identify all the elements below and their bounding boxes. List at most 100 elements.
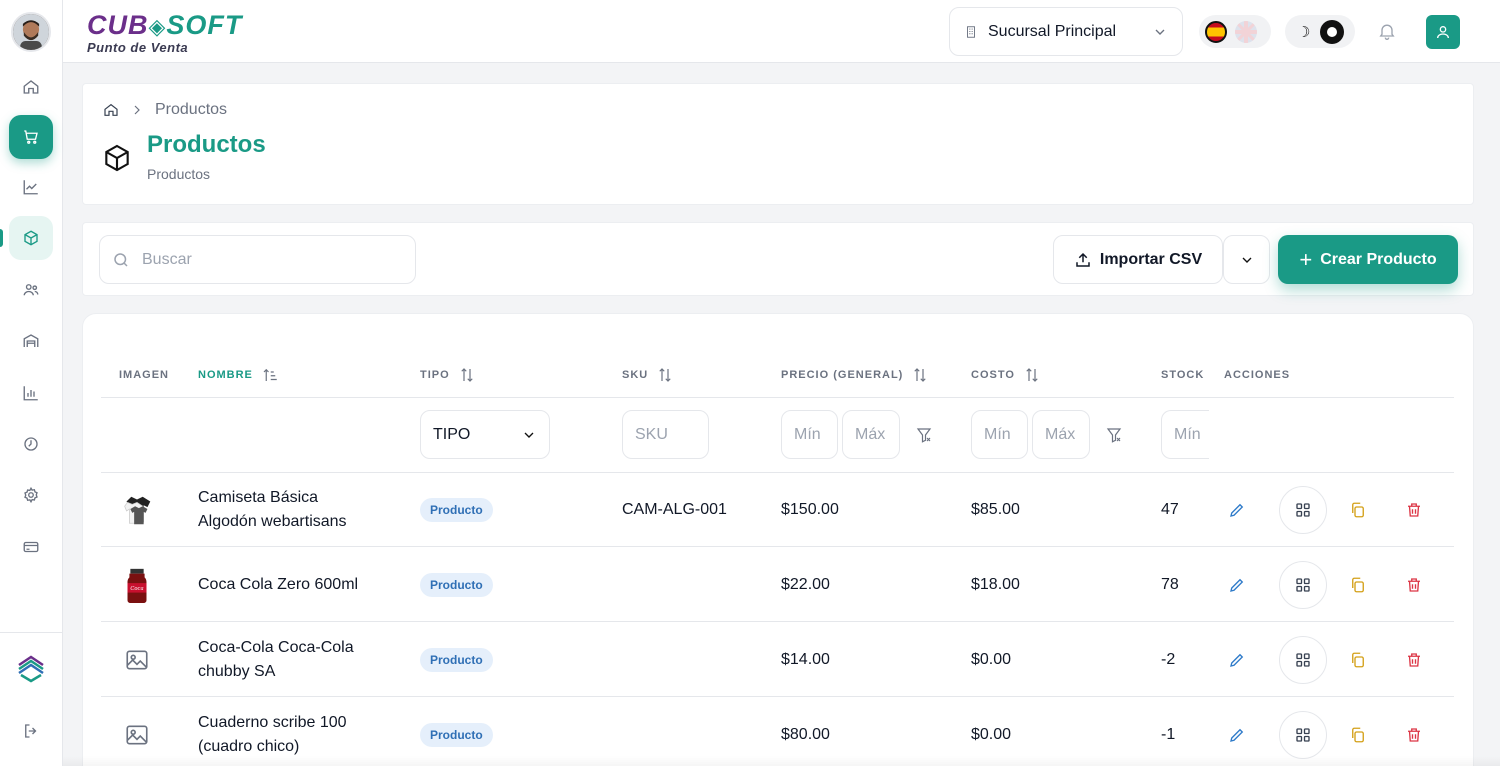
flag-uk-icon[interactable] (1235, 20, 1257, 43)
box-icon (24, 230, 38, 246)
flag-spain-icon[interactable] (1205, 20, 1227, 43)
cost-value: $18.00 (971, 576, 1020, 593)
sun-icon (1320, 19, 1345, 44)
cart-icon (24, 130, 38, 144)
duplicate-icon[interactable] (1349, 501, 1367, 519)
price-min-input[interactable]: Mín (781, 410, 838, 459)
column-header-name[interactable]: NOMBRE (198, 368, 279, 382)
sidebar-item-reports[interactable] (9, 165, 53, 209)
stock-value: -2 (1161, 651, 1176, 668)
image-placeholder-icon (117, 715, 157, 755)
upload-icon (1076, 252, 1090, 267)
sidebar (0, 0, 63, 766)
branch-label: Sucursal Principal (988, 22, 1117, 40)
home-icon[interactable] (103, 102, 119, 118)
price-value: $150.00 (781, 501, 839, 518)
page-title: Productos (147, 131, 266, 158)
edit-icon[interactable] (1228, 501, 1246, 519)
product-image-tshirt (117, 490, 157, 530)
breadcrumb: Productos (103, 101, 227, 119)
theme-toggle[interactable]: ☽ (1285, 15, 1355, 48)
chevron-down-icon (1155, 29, 1165, 35)
sku-value: CAM-ALG-001 (622, 501, 727, 518)
variants-button[interactable] (1279, 486, 1327, 534)
duplicate-icon[interactable] (1349, 576, 1367, 594)
edit-icon[interactable] (1228, 726, 1246, 744)
sidebar-item-settings[interactable] (9, 473, 53, 517)
edit-icon[interactable] (1228, 651, 1246, 669)
search-input[interactable] (142, 250, 392, 269)
language-toggle[interactable] (1199, 15, 1271, 48)
duplicate-icon[interactable] (1349, 651, 1367, 669)
gear-icon (24, 486, 38, 504)
sidebar-item-warehouse[interactable] (9, 319, 53, 363)
chevron-right-icon (134, 105, 140, 115)
user-avatar[interactable] (11, 12, 51, 52)
notifications-bell-icon[interactable] (1377, 21, 1397, 41)
product-name[interactable]: Cuaderno scribe 100 (cuadro chico) (198, 711, 347, 759)
plus-icon: + (1299, 246, 1313, 272)
clear-filter-icon[interactable] (1105, 426, 1123, 444)
trash-icon[interactable] (1405, 651, 1423, 669)
cost-value: $0.00 (971, 726, 1012, 743)
variants-button[interactable] (1279, 636, 1327, 684)
stock-value: -1 (1161, 726, 1176, 743)
brand-logo[interactable]: CUB◈SOFT Punto de Venta (87, 10, 242, 55)
variants-button[interactable] (1279, 561, 1327, 609)
trash-icon[interactable] (1405, 726, 1423, 744)
sidebar-item-logout[interactable] (9, 709, 53, 753)
edit-icon[interactable] (1228, 576, 1246, 594)
trash-icon[interactable] (1405, 501, 1423, 519)
stock-min-input[interactable]: Mín (1161, 410, 1209, 459)
sort-ascending-icon (263, 368, 277, 381)
brand-name: CUB◈SOFT (87, 10, 243, 40)
branch-select[interactable]: Sucursal Principal (949, 7, 1183, 56)
type-filter-select[interactable]: TIPO (420, 410, 550, 459)
sidebar-logo (9, 647, 53, 691)
sort-icon (659, 368, 671, 382)
header-divider (101, 397, 1454, 398)
sidebar-item-home[interactable] (9, 65, 53, 109)
clear-filter-icon[interactable] (915, 426, 933, 444)
sidebar-item-payments[interactable] (9, 525, 53, 569)
toolbar-card: Importar CSV + Crear Producto (82, 222, 1474, 296)
cost-value: $85.00 (971, 501, 1020, 518)
import-options-button[interactable] (1223, 235, 1270, 284)
cubosoft-logo-icon (18, 655, 44, 683)
column-header-sku[interactable]: SKU (622, 368, 674, 382)
variants-button[interactable] (1279, 711, 1327, 759)
column-header-type[interactable]: TIPO (420, 368, 476, 382)
grid-icon (1296, 728, 1310, 742)
moon-icon: ☽ (1297, 23, 1311, 41)
home-icon (23, 80, 39, 94)
duplicate-icon[interactable] (1349, 726, 1367, 744)
sidebar-item-customers[interactable] (9, 268, 53, 312)
product-name[interactable]: Camiseta Básica Algodón webartisans (198, 486, 347, 534)
user-menu-button[interactable] (1426, 15, 1460, 49)
table-row: Camiseta Básica Algodón webartisans Prod… (101, 473, 1454, 547)
image-placeholder-icon (117, 640, 157, 680)
cost-min-input[interactable]: Mín (971, 410, 1028, 459)
bar-chart-icon (23, 386, 38, 401)
column-header-price[interactable]: PRECIO (GENERAL) (781, 368, 929, 382)
price-max-input[interactable]: Máx (842, 410, 900, 459)
page-subtitle: Productos (147, 166, 211, 182)
sidebar-item-sales[interactable] (9, 115, 53, 159)
sidebar-item-products[interactable] (9, 216, 53, 260)
search-box[interactable] (99, 235, 416, 284)
sort-icon (914, 368, 927, 382)
products-table: IMAGEN NOMBRE TIPO SKU PRECIO (GENERAL) … (82, 313, 1474, 766)
column-header-cost[interactable]: COSTO (971, 368, 1041, 382)
price-value: $80.00 (781, 726, 830, 743)
trash-icon[interactable] (1405, 576, 1423, 594)
create-product-button[interactable]: + Crear Producto (1278, 235, 1458, 284)
clock-icon (24, 437, 38, 451)
type-badge: Producto (420, 498, 493, 522)
import-csv-button[interactable]: Importar CSV (1053, 235, 1223, 284)
product-name[interactable]: Coca Cola Zero 600ml (198, 573, 358, 597)
cost-max-input[interactable]: Máx (1032, 410, 1090, 459)
sidebar-item-history[interactable] (9, 422, 53, 466)
sku-filter-input[interactable]: SKU (622, 410, 709, 459)
sidebar-item-statistics[interactable] (9, 371, 53, 415)
product-name[interactable]: Coca-Cola Coca-Cola chubby SA (198, 636, 354, 684)
